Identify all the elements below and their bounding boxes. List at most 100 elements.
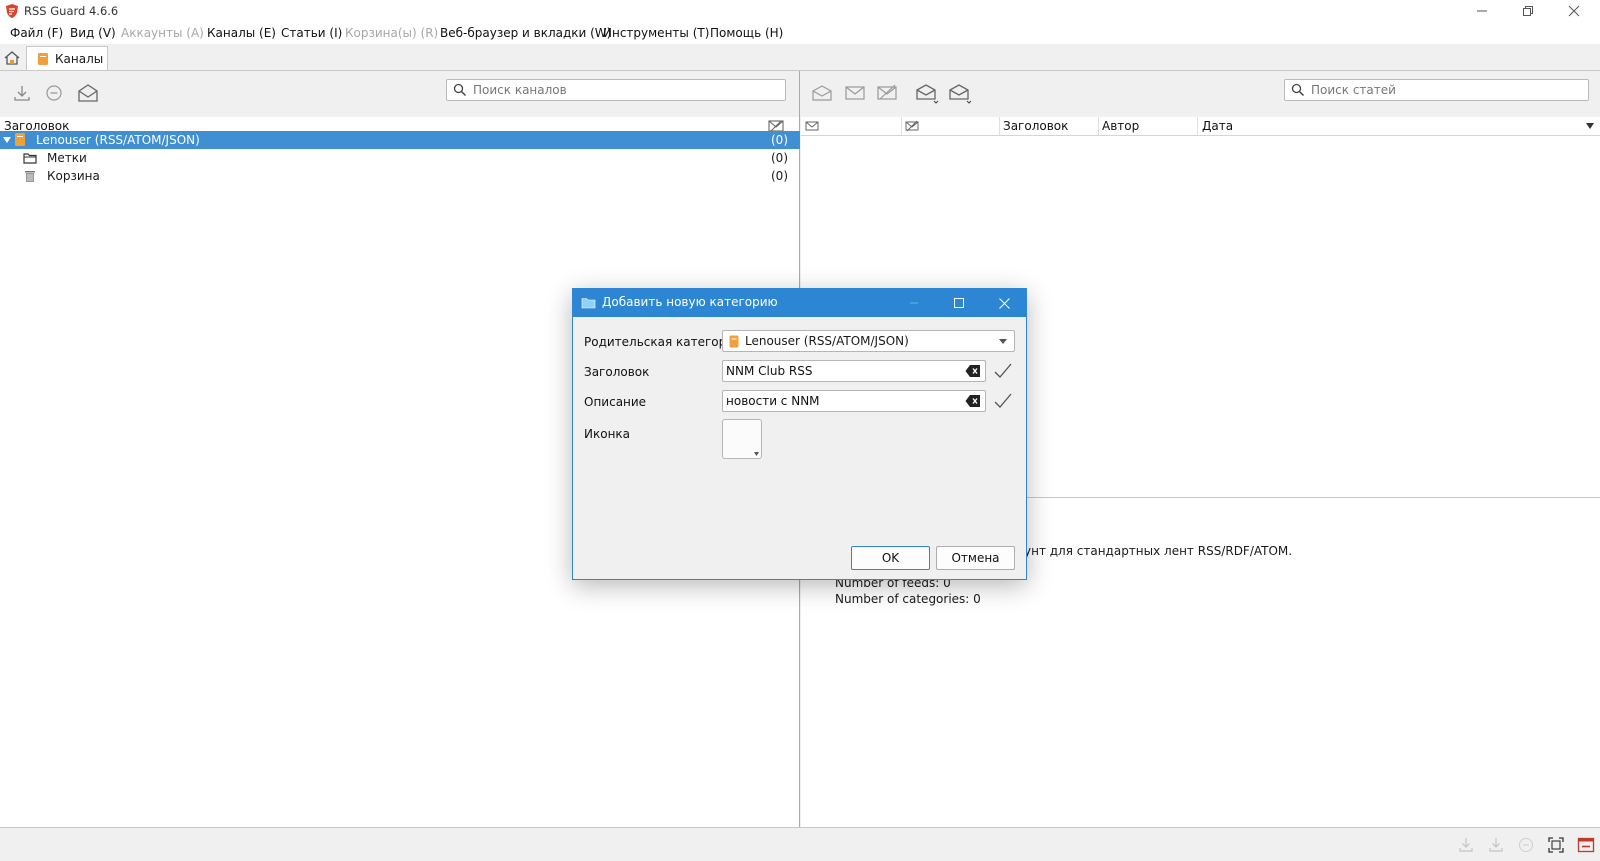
menu-help[interactable]: Помощь (H) [710, 26, 783, 40]
folder-icon [581, 298, 596, 309]
account-icon [15, 133, 25, 146]
stop-icon [46, 85, 62, 101]
title-bar: RSS Guard 4.6.6 [0, 0, 1600, 22]
menu-bar: Файл (F) Вид (V) Аккаунты (A) Каналы (E)… [0, 22, 1600, 44]
dialog-close-button[interactable] [982, 289, 1026, 317]
menu-tools[interactable]: Инструменты (T) [603, 26, 709, 40]
column-separator[interactable] [901, 117, 902, 135]
tree-item-label: Корзина [47, 169, 100, 183]
feeds-search-input[interactable] [471, 82, 758, 98]
articles-toolbar [801, 71, 1600, 117]
update-feeds-button[interactable] [9, 80, 35, 106]
dialog-title: Добавить новую категорию [602, 295, 778, 309]
title-field-value: NNM Club RSS [726, 364, 813, 378]
stop-icon [1518, 837, 1534, 853]
tree-item-count: (0) [771, 151, 788, 165]
mark-article-unread-button[interactable] [842, 80, 868, 106]
ok-button[interactable]: OK [851, 546, 930, 570]
close-window-icon [1577, 837, 1595, 853]
envelope-open-dropdown-icon [916, 84, 939, 104]
menu-articles[interactable]: Статьи (I) [281, 26, 342, 40]
title-label: Заголовок [584, 365, 650, 379]
cancel-button[interactable]: Отмена [936, 546, 1015, 570]
sort-arrow-icon[interactable] [1586, 123, 1594, 129]
clear-text-icon[interactable] [965, 364, 981, 378]
home-icon [4, 51, 20, 65]
envelope-dropdown-icon [949, 84, 972, 104]
window-title: RSS Guard 4.6.6 [24, 4, 119, 18]
restore-icon [1523, 6, 1533, 16]
dialog-maximize-button[interactable] [937, 289, 981, 317]
app-logo-icon [6, 4, 18, 18]
chevron-down-icon [999, 339, 1007, 344]
dialog-minimize-button[interactable] [892, 289, 936, 317]
tree-item-account[interactable]: Lenouser (RSS/ATOM/JSON) (0) [0, 131, 800, 149]
tree-item-labels[interactable]: Метки (0) [0, 149, 800, 167]
menu-accounts[interactable]: Аккаунты (A) [121, 26, 204, 40]
articles-header: Заголовок Автор Дата [801, 117, 1600, 136]
fullscreen-button[interactable] [1546, 835, 1566, 855]
menu-file[interactable]: Файл (F) [10, 26, 63, 40]
menu-view[interactable]: Вид (V) [70, 26, 116, 40]
download-icon [1459, 838, 1473, 852]
mark-all-unread-button[interactable] [947, 80, 973, 106]
tree-item-trash[interactable]: Корзина (0) [0, 167, 800, 185]
column-separator[interactable] [1197, 117, 1198, 135]
maximize-icon [954, 298, 964, 308]
mark-all-read-button[interactable] [914, 80, 940, 106]
read-status-column-icon[interactable] [805, 120, 819, 132]
parent-category-label: Родительская категория [584, 335, 742, 349]
feeds-toolbar [0, 71, 799, 117]
switch-importance-button[interactable] [874, 80, 900, 106]
feeds-search-box [446, 79, 786, 101]
menu-web-browser[interactable]: Веб-браузер и вкладки (W) [440, 26, 611, 40]
categories-count-text: Number of categories: 0 [835, 592, 981, 606]
trash-icon [25, 171, 35, 182]
close-tab-button[interactable] [1576, 835, 1596, 855]
menu-recycle-bin[interactable]: Корзина(ы) (R) [345, 26, 438, 40]
close-icon [1568, 5, 1580, 17]
home-button[interactable] [2, 48, 22, 68]
status-stop-button[interactable] [1516, 835, 1536, 855]
minimize-button[interactable] [1460, 0, 1504, 22]
articles-search-input[interactable] [1309, 82, 1566, 98]
column-author[interactable]: Автор [1102, 119, 1139, 133]
description-label: Описание [584, 395, 647, 409]
menu-feeds[interactable]: Каналы (E) [207, 26, 276, 40]
icon-label: Иконка [584, 427, 631, 441]
download-all-icon [1489, 838, 1503, 852]
importance-column-icon[interactable] [905, 120, 919, 132]
search-icon [453, 83, 467, 97]
clear-text-icon[interactable] [965, 394, 981, 408]
envelope-icon [845, 86, 865, 100]
mark-read-button[interactable] [75, 80, 101, 106]
restore-button[interactable] [1506, 0, 1550, 22]
description-field[interactable]: новости с NNM [722, 390, 986, 412]
parent-category-select[interactable]: Lenouser (RSS/ATOM/JSON) [722, 330, 1015, 352]
column-title[interactable]: Заголовок [1003, 119, 1068, 133]
mark-article-read-button[interactable] [809, 80, 835, 106]
dialog-title-bar[interactable]: Добавить новую категорию [573, 289, 1026, 317]
tree-item-count: (0) [771, 169, 788, 183]
column-separator[interactable] [1098, 117, 1099, 135]
expand-arrow-icon[interactable] [3, 137, 11, 143]
search-icon [1291, 83, 1305, 97]
status-download-button[interactable] [1456, 835, 1476, 855]
tab-feeds[interactable]: Каналы [26, 46, 108, 70]
account-icon [729, 335, 739, 347]
title-field[interactable]: NNM Club RSS [722, 360, 986, 382]
description-field-value: новости с NNM [726, 394, 820, 408]
fullscreen-icon [1548, 837, 1564, 853]
status-download-all-button[interactable] [1486, 835, 1506, 855]
close-icon [998, 297, 1010, 309]
icon-picker-button[interactable] [722, 419, 762, 459]
tree-item-count: (0) [771, 133, 788, 147]
close-button[interactable] [1552, 0, 1596, 22]
column-separator[interactable] [999, 117, 1000, 135]
title-valid-check-icon [994, 363, 1012, 378]
status-bar [0, 827, 1600, 861]
envelope-slash-icon [877, 84, 897, 100]
stop-update-button[interactable] [41, 80, 67, 106]
tab-feeds-label: Каналы [55, 51, 104, 66]
column-date[interactable]: Дата [1202, 119, 1233, 133]
